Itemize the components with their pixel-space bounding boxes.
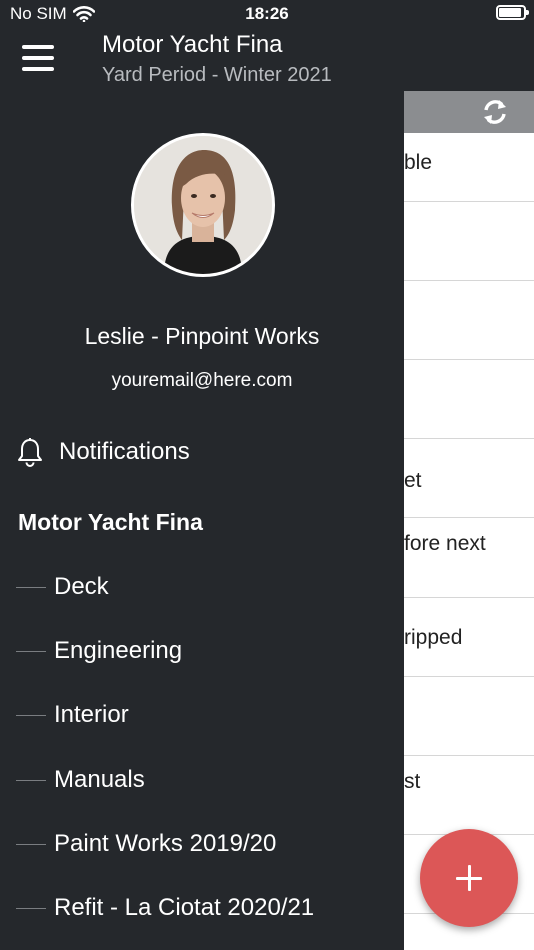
drawer-item-paint-works[interactable]: Paint Works 2019/20 [16, 827, 276, 861]
notifications-item[interactable]: Notifications [16, 435, 190, 469]
nav-dash [16, 779, 46, 781]
notifications-label: Notifications [59, 438, 190, 465]
navigation-drawer: Leslie - Pinpoint Works youremail@here.c… [0, 91, 404, 950]
user-name: Leslie - Pinpoint Works [84, 323, 320, 349]
drawer-item-label: Engineering [54, 637, 183, 664]
nav-dash [16, 907, 46, 909]
drawer-item-engineering[interactable]: Engineering [16, 634, 182, 668]
vessel-heading: Motor Yacht Fina [18, 509, 203, 535]
sync-icon[interactable] [478, 95, 512, 129]
avatar[interactable] [131, 133, 275, 277]
list-item[interactable]: ripped [404, 598, 534, 677]
battery-icon [496, 5, 529, 20]
user-email: youremail@here.com [111, 370, 293, 391]
nav-dash [16, 650, 46, 652]
list-item-text: st [404, 770, 421, 793]
list-item[interactable] [404, 360, 534, 439]
nav-dash [16, 843, 46, 845]
status-time: 18:26 [245, 4, 289, 23]
list-item[interactable] [404, 281, 534, 360]
list-item[interactable]: st [404, 756, 534, 835]
list-item[interactable]: ble [404, 133, 534, 202]
drawer-item-interior[interactable]: Interior [16, 698, 129, 732]
list-item[interactable] [404, 677, 534, 756]
list-toolbar [404, 91, 534, 133]
list-item-text: ripped [404, 626, 463, 649]
user-photo [134, 136, 272, 274]
status-bar: No SIM 18:26 [0, 0, 534, 28]
drawer-item-label: Paint Works 2019/20 [54, 830, 277, 857]
list-item[interactable]: et [404, 439, 534, 518]
nav-dash [16, 714, 46, 716]
background-list: ble et fore next ripped st [404, 91, 534, 950]
bell-icon [18, 438, 42, 467]
drawer-item-manuals[interactable]: Manuals [16, 763, 145, 797]
drawer-item-deck[interactable]: Deck [16, 570, 109, 604]
list-item-text: fore next [404, 532, 486, 555]
nav-dash [16, 586, 46, 588]
hamburger-menu-icon[interactable] [22, 43, 54, 73]
app-header: Motor Yacht Fina Yard Period - Winter 20… [0, 28, 534, 91]
list-item-text: et [404, 469, 422, 492]
header-subtitle: Yard Period - Winter 2021 [102, 64, 332, 86]
add-button[interactable] [420, 829, 518, 927]
drawer-item-label: Deck [54, 573, 109, 600]
header-title: Motor Yacht Fina [102, 31, 283, 58]
list-item[interactable]: fore next [404, 518, 534, 598]
drawer-item-label: Refit - La Ciotat 2020/21 [54, 894, 315, 921]
drawer-item-label: Manuals [54, 766, 145, 793]
app-screen: No SIM 18:26 Motor Yacht Fina Yard Perio… [0, 0, 534, 950]
drawer-item-refit[interactable]: Refit - La Ciotat 2020/21 [16, 891, 314, 925]
list-item-text: ble [404, 151, 433, 174]
drawer-item-label: Interior [54, 701, 129, 728]
list-item[interactable] [404, 202, 534, 281]
